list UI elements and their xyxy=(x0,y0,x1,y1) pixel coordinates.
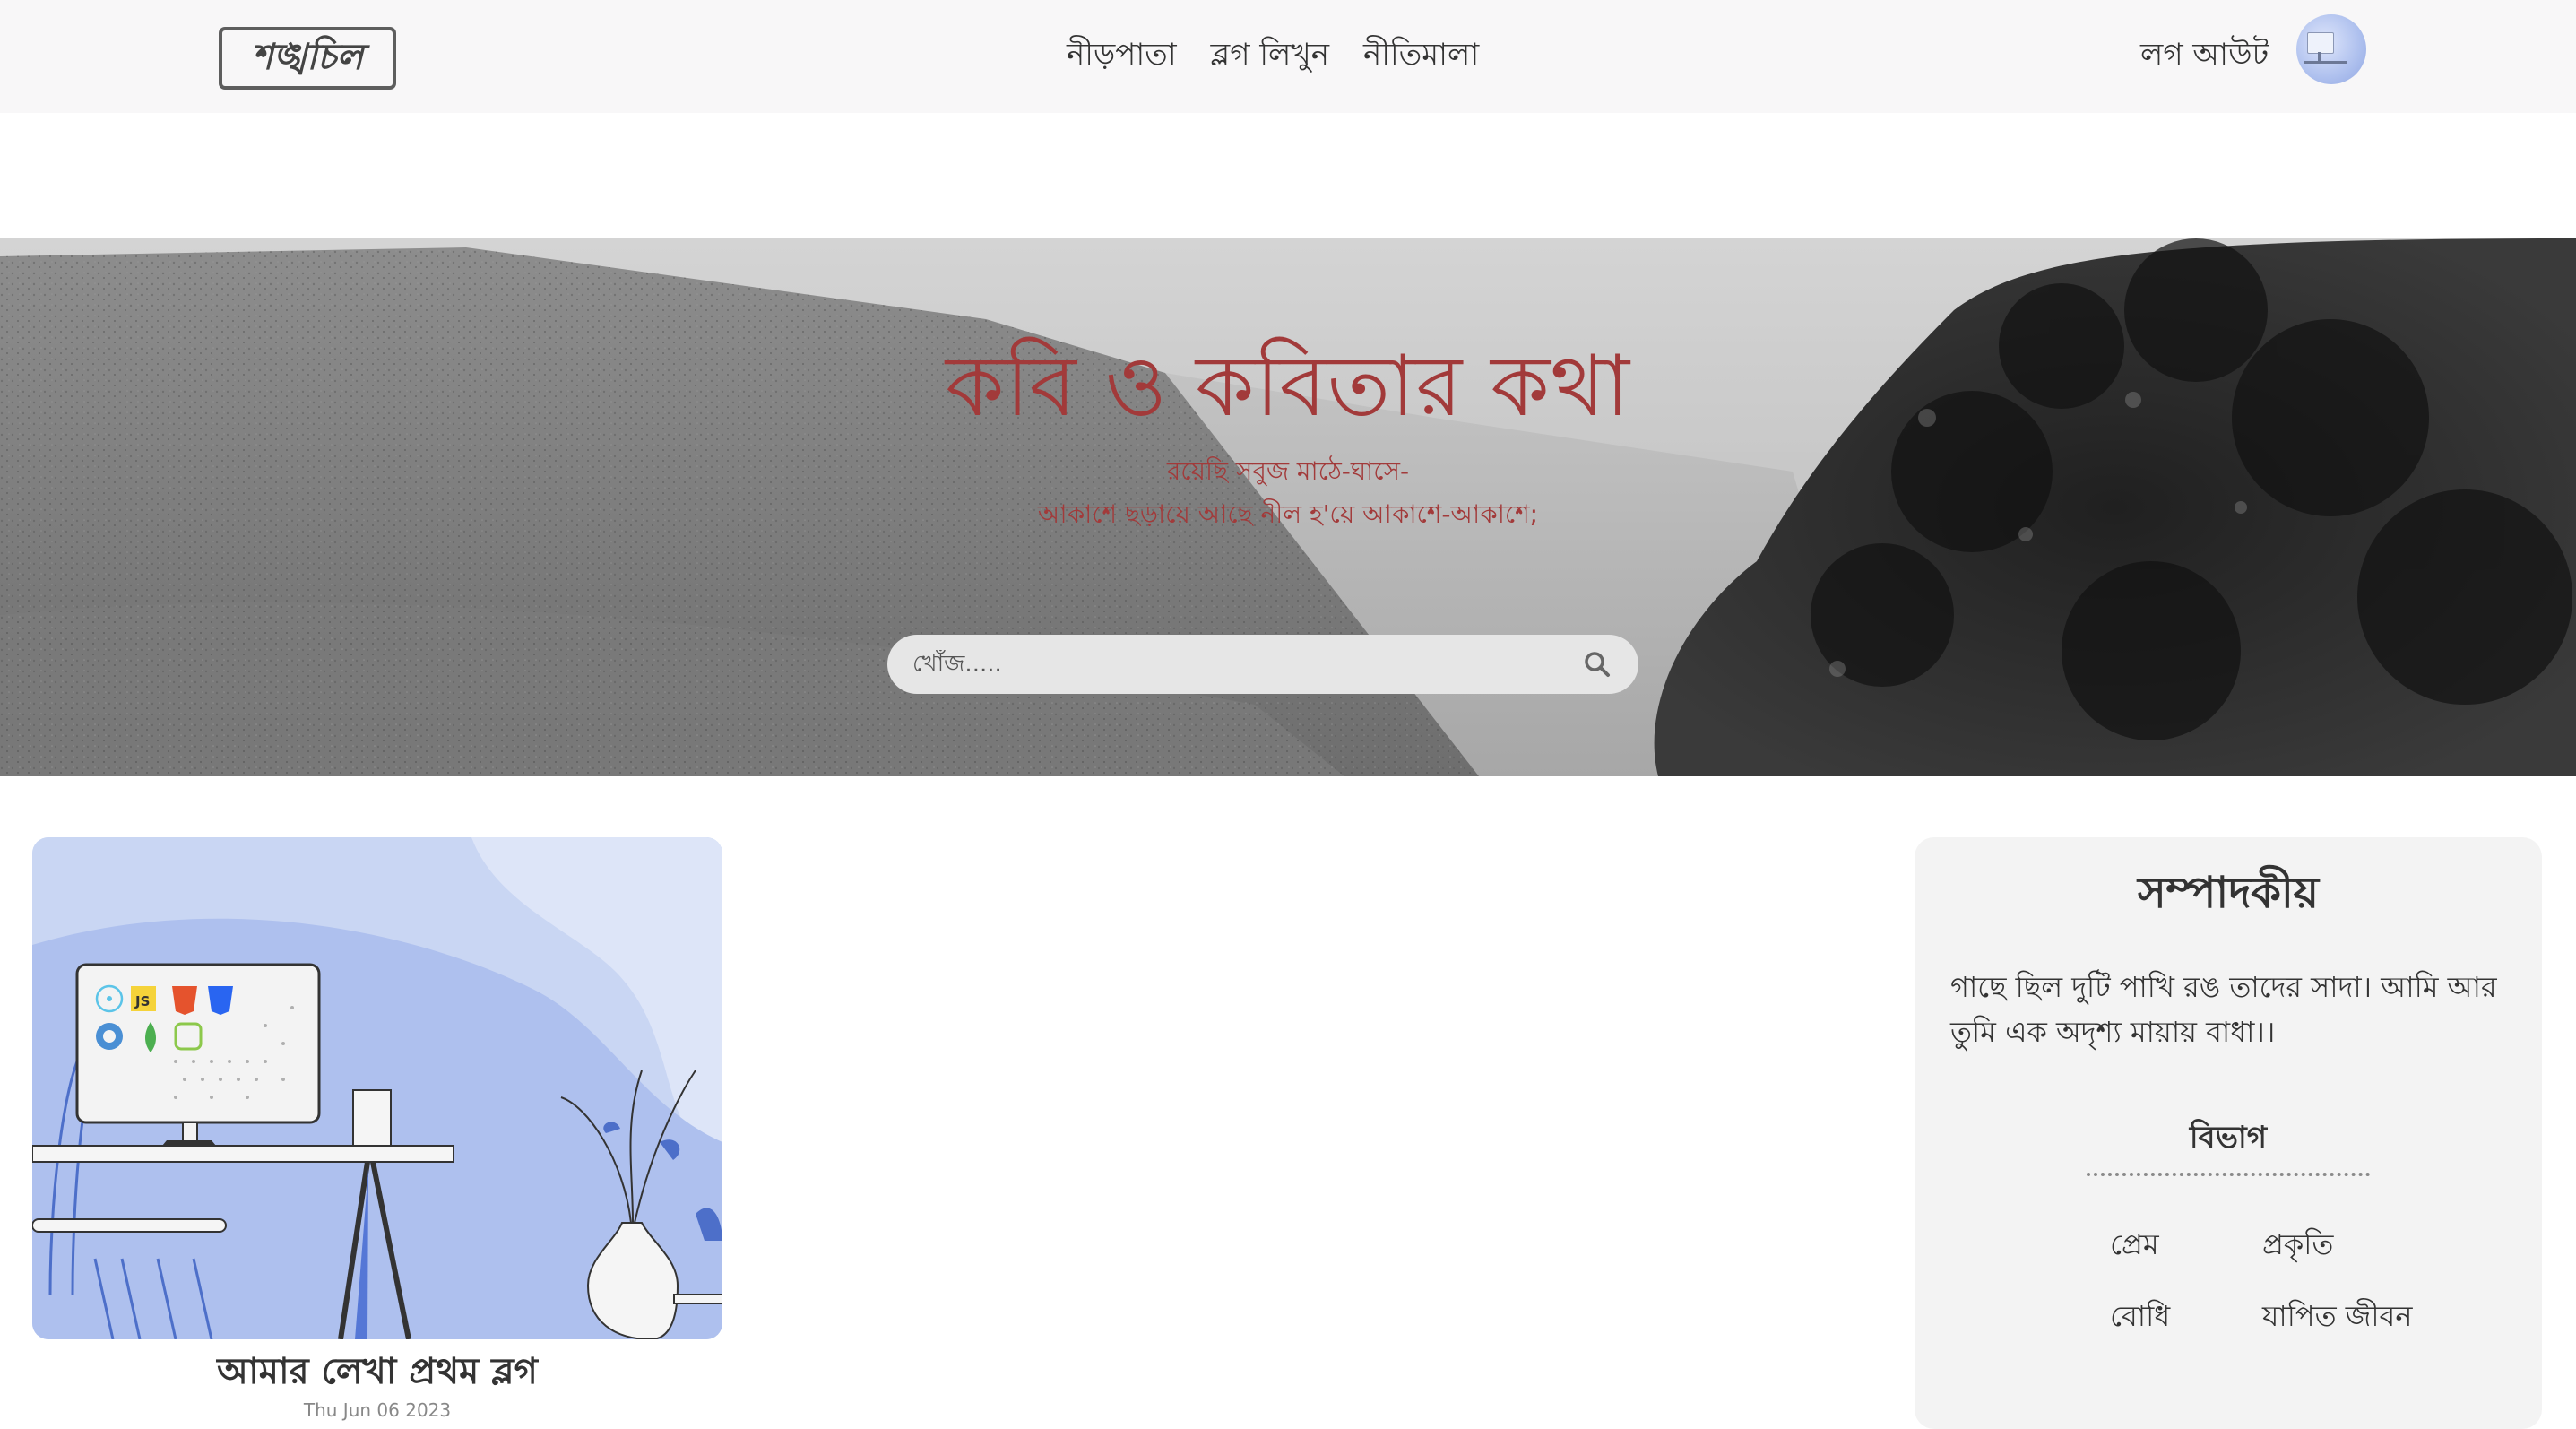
user-avatar[interactable] xyxy=(2296,14,2366,84)
avatar-monitor-shape xyxy=(2307,32,2334,54)
category-link-life[interactable]: যাপিত জীবন xyxy=(2262,1295,2412,1338)
nav-link-write-blog[interactable]: ব্লগ লিখুন xyxy=(1211,32,1329,77)
blog-card-title[interactable]: আমার লেখা প্রথম ব্লগ xyxy=(32,1345,722,1399)
site-logo[interactable]: শঙ্খচিল xyxy=(219,27,396,90)
avatar-stand-shape xyxy=(2318,52,2321,61)
category-link-nature[interactable]: প্রকৃতি xyxy=(2262,1223,2333,1266)
hero-banner: কবি ও কবিতার কথা রয়েছি সবুজ মাঠে-ঘাসে- … xyxy=(0,238,2576,776)
hero-title: কবি ও কবিতার কথা xyxy=(945,338,1631,436)
hero-subtitle: রয়েছি সবুজ মাঠে-ঘাসে- আকাশে ছড়ায়ে আছে… xyxy=(0,450,2576,536)
search-icon[interactable] xyxy=(1583,650,1612,679)
editorial-sidebar: সম্পাদকীয় গাছে ছিল দুটি পাখি রঙ তাদের স… xyxy=(1915,837,2542,1429)
hero-subtitle-line-1: রয়েছি সবুজ মাঠে-ঘাসে- xyxy=(1166,456,1410,486)
categories-divider xyxy=(2087,1173,2370,1176)
nav-links: নীড়পাতা ব্লগ লিখুন নীতিমালা xyxy=(1067,32,1479,77)
nav-link-home[interactable]: নীড়পাতা xyxy=(1067,32,1177,77)
blog-card-date: Thu Jun 06 2023 xyxy=(303,1399,452,1421)
hero-subtitle-line-2: আকাশে ছড়ায়ে আছে নীল হ'য়ে আকাশে-আকাশে; xyxy=(1037,499,1539,529)
top-navbar: শঙ্খচিল নীড়পাতা ব্লগ লিখুন নীতিমালা লগ … xyxy=(0,0,2576,113)
logout-button[interactable]: লগ আউট xyxy=(2140,32,2269,77)
avatar-desk-shape xyxy=(2304,61,2347,64)
category-link-love[interactable]: প্রেম xyxy=(2110,1223,2159,1266)
nav-link-policy[interactable]: নীতিমালা xyxy=(1363,32,1479,77)
blog-card-image[interactable]: JS xyxy=(32,837,722,1339)
category-link-realization[interactable]: বোধি xyxy=(2110,1295,2170,1338)
categories-title: বিভাগ xyxy=(2189,1120,2268,1156)
svg-text:JS: JS xyxy=(134,993,150,1009)
search-input[interactable] xyxy=(911,650,1567,679)
sidebar-editorial-text: গাছে ছিল দুটি পাখি রঙ তাদের সাদা। আমি আর… xyxy=(1950,970,2497,1049)
sidebar-title: সম্পাদকীয় xyxy=(2137,868,2320,918)
search-bar xyxy=(887,635,1638,694)
